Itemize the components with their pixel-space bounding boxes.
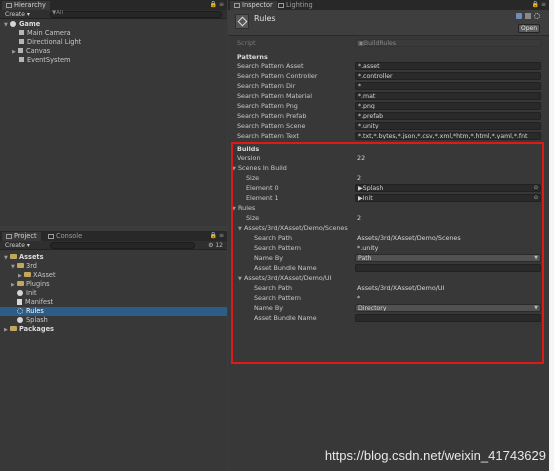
project-search-input[interactable] [50, 242, 195, 249]
project-tree-item[interactable]: ▶ XAsset [0, 271, 227, 280]
pattern-input[interactable]: *.prefab [355, 112, 541, 120]
unity-scene-icon [17, 290, 23, 296]
pattern-label: Search Pattern Asset [237, 62, 304, 70]
search-filter-icon[interactable]: ▼All [52, 10, 63, 16]
open-button[interactable]: Open [518, 24, 540, 33]
lightbulb-icon [278, 3, 284, 8]
script-label: Script [237, 39, 256, 47]
hierarchy-toolbar: Create ▾ ▼All [0, 10, 227, 19]
pattern-row: Search Pattern Png *.png [228, 102, 549, 111]
pattern-input[interactable]: *.asset [355, 62, 541, 70]
project-tree-item[interactable]: Manifest [0, 298, 227, 307]
pattern-row: Search Pattern Dir * [228, 82, 549, 91]
pattern-input[interactable]: *.controller [355, 72, 541, 80]
pattern-label: Search Pattern Material [237, 92, 312, 100]
pattern-row: Search Pattern Scene *.unity [228, 122, 549, 131]
pattern-row: Search Pattern Asset *.asset [228, 62, 549, 71]
project-toolbar: Create ▾ ⚙ 12 [0, 241, 227, 250]
gameobject-icon [19, 39, 24, 44]
pattern-row: Search Pattern Text *.txt,*.bytes,*.json,… [228, 132, 549, 141]
inspector-title: Rules [254, 14, 276, 23]
project-tree-item-selected[interactable]: Rules [0, 307, 227, 316]
watermark-text: https://blog.csdn.net/weixin_41743629 [324, 448, 546, 463]
pattern-input[interactable]: * [355, 82, 541, 90]
tab-inspector[interactable]: Inspector [230, 1, 277, 10]
folder-icon [10, 254, 17, 259]
scriptable-object-icon [235, 14, 249, 29]
folder-icon [17, 281, 24, 286]
hierarchy-item[interactable]: ▶ Canvas [0, 47, 227, 56]
gameobject-icon [18, 48, 23, 53]
gear-icon [17, 308, 23, 314]
unity-scene-icon [10, 21, 16, 27]
create-dropdown[interactable]: Create ▾ [5, 10, 30, 19]
project-panel: Project Console 🔒 ≡ Create ▾ ⚙ 12 ▼ Asset… [0, 231, 227, 471]
pattern-input[interactable]: *.png [355, 102, 541, 110]
patterns-header: Patterns [237, 53, 268, 61]
project-tree-item[interactable]: ▼ 3rd [0, 262, 227, 271]
folder-icon [10, 326, 17, 331]
project-tree-item[interactable]: ▶ Packages [0, 325, 227, 334]
gameobject-icon [19, 30, 24, 35]
pattern-label: Search Pattern Scene [237, 122, 306, 130]
inspector-tabbar: Inspector Lighting 🔒 ≡ [228, 0, 549, 10]
tab-lighting[interactable]: Lighting [274, 1, 317, 10]
project-tree-item[interactable]: ▶ Plugins [0, 280, 227, 289]
panel-menu-icon[interactable]: 🔒 ≡ [210, 1, 224, 9]
pattern-label: Search Pattern Controller [237, 72, 318, 80]
script-field: ▣BuildRules [355, 39, 541, 47]
pattern-label: Search Pattern Prefab [237, 112, 307, 120]
pattern-row: Search Pattern Controller *.controller [228, 72, 549, 81]
inspector-header: Rules Open [228, 10, 549, 36]
hierarchy-tabbar: Hierarchy 🔒 ≡ [0, 0, 227, 10]
console-icon [48, 234, 54, 239]
scene-row[interactable]: ▼ Game [0, 20, 227, 29]
info-icon [234, 3, 240, 8]
document-icon [17, 299, 22, 305]
folder-tab-icon [6, 234, 12, 239]
hierarchy-panel: Hierarchy 🔒 ≡ Create ▾ ▼All ▼ Game Main C… [0, 0, 227, 226]
project-tree-item[interactable]: ▼ Assets [0, 253, 227, 262]
hierarchy-item[interactable]: EventSystem [0, 56, 227, 65]
unity-scene-icon [17, 317, 23, 323]
pattern-input[interactable]: *.txt,*.bytes,*.json,*.csv,*.xml,*htm,*.… [355, 132, 541, 140]
tab-project[interactable]: Project [2, 232, 41, 241]
highlight-box [231, 142, 544, 364]
filter-icons[interactable]: ⚙ 12 [208, 241, 223, 250]
panel-menu-icon[interactable]: 🔒 ≡ [210, 232, 224, 240]
project-tree-item[interactable]: Init [0, 289, 227, 298]
hierarchy-search-input[interactable]: ▼All [50, 10, 222, 18]
page-edge [549, 0, 554, 471]
pattern-row: Search Pattern Prefab *.prefab [228, 112, 549, 121]
pattern-label: Search Pattern Png [237, 102, 298, 110]
tab-hierarchy[interactable]: Hierarchy [2, 1, 50, 10]
hierarchy-item[interactable]: Directional Light [0, 38, 227, 47]
project-tabbar: Project Console 🔒 ≡ [0, 231, 227, 241]
gameobject-icon [19, 57, 24, 62]
pattern-input[interactable]: *.unity [355, 122, 541, 130]
folder-icon [24, 272, 31, 277]
pattern-label: Search Pattern Text [237, 132, 299, 140]
script-row: Script ▣BuildRules [228, 39, 549, 48]
folder-icon [17, 263, 24, 268]
help-icon[interactable] [516, 13, 522, 19]
list-icon [6, 3, 12, 8]
hierarchy-item[interactable]: Main Camera [0, 29, 227, 38]
create-dropdown[interactable]: Create ▾ [5, 241, 30, 250]
settings-gear-icon[interactable] [534, 13, 540, 19]
pattern-label: Search Pattern Dir [237, 82, 296, 90]
pattern-row: Search Pattern Material *.mat [228, 92, 549, 101]
panel-menu-icon[interactable]: 🔒 ≡ [532, 1, 546, 9]
pattern-input[interactable]: *.mat [355, 92, 541, 100]
tab-console[interactable]: Console [44, 232, 86, 241]
project-tree-item[interactable]: Splash [0, 316, 227, 325]
preset-icon[interactable] [525, 13, 531, 19]
